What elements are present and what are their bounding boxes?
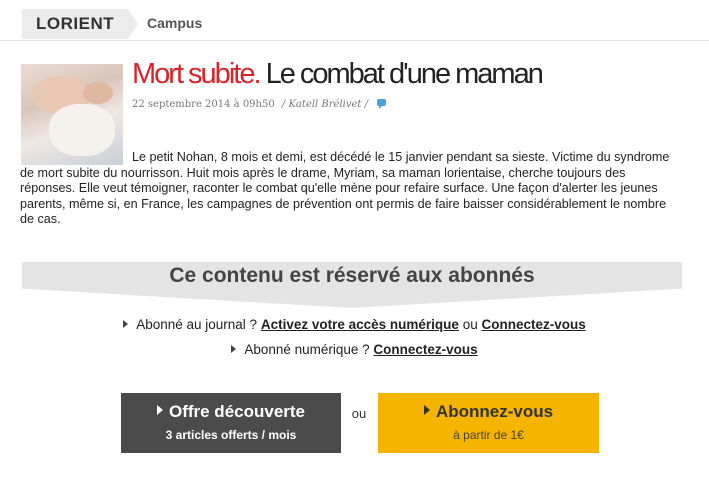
paywall-line1-prefix: Abonné au journal ? [136,317,258,332]
discovery-offer-button[interactable]: Offre découverte 3 articles offerts / mo… [121,393,341,453]
article-title-highlight: Mort subite. [132,58,261,90]
breadcrumb-section[interactable]: Campus [147,15,202,31]
activate-access-link[interactable]: Activez votre accès numérique [261,317,459,332]
breadcrumb-bar: LORIENT Campus [0,6,709,41]
paywall-line-digital: Abonné numérique ? Connectez-vous [0,342,709,357]
arrow-right-icon [156,405,163,415]
arrow-right-icon [123,320,129,328]
comment-icon[interactable] [377,99,387,109]
discovery-offer-title: Offre découverte [168,402,306,421]
login-link-journal[interactable]: Connectez-vous [482,317,586,332]
subscribe-subtitle: à partir de 1€ [453,428,524,442]
login-link-digital[interactable]: Connectez-vous [373,342,477,357]
article-author[interactable]: / Katell Brélivet / [282,99,368,110]
discovery-offer-subtitle: 3 articles offerts / mois [165,428,297,442]
paywall-line2-prefix: Abonné numérique ? [244,342,370,357]
paywall-line1-or: ou [462,317,478,332]
arrow-right-icon [423,405,430,415]
article-lead: Le petit Nohan, 8 mois et demi, est décé… [20,150,670,228]
offers-or-label: ou [351,406,367,421]
subscribe-button[interactable]: Abonnez-vous à partir de 1€ [378,393,599,453]
article-title-rest: Le combat d'une maman [265,58,544,90]
subscribe-title: Abonnez-vous [435,402,554,421]
article-title: Mort subite. Le combat d'une maman [132,58,544,91]
arrow-right-icon [231,345,237,353]
breadcrumb-city[interactable]: LORIENT [22,9,139,39]
paywall-banner-text: Ce contenu est réservé aux abonnés [169,264,535,287]
article-date: 22 septembre 2014 à 09h50 [132,99,275,110]
article-lead-text: Le petit Nohan, 8 mois et demi, est décé… [20,150,670,226]
paywall-line-journal: Abonné au journal ? Activez votre accès … [0,317,709,332]
article-meta: 22 septembre 2014 à 09h50 / Katell Bréli… [132,99,387,110]
